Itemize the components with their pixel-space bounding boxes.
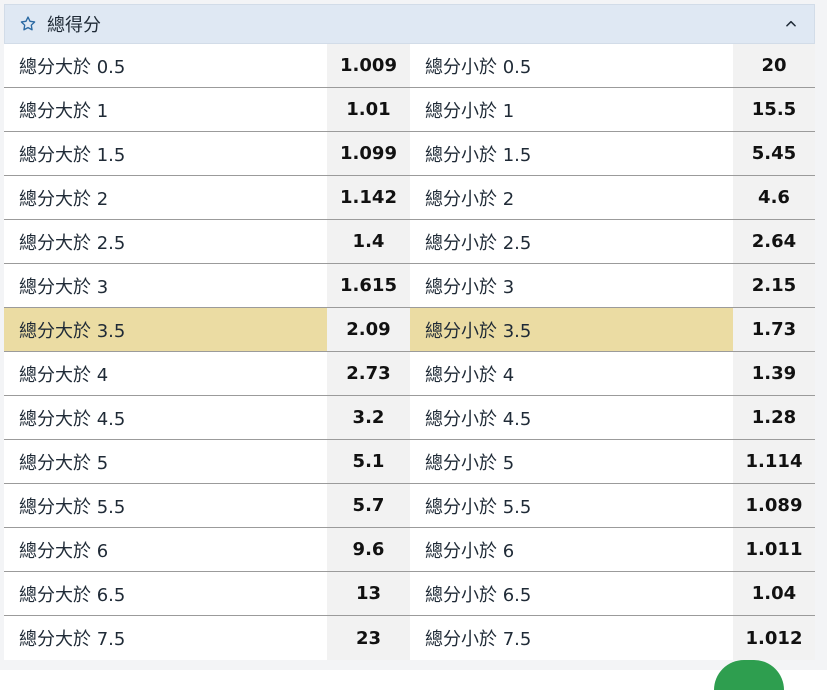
over-label[interactable]: 總分大於 6 — [4, 528, 327, 571]
over-odds-button[interactable]: 5.1 — [327, 440, 410, 483]
over-odds-button[interactable]: 1.615 — [327, 264, 410, 307]
table-row: 總分大於 3.5 2.09 總分小於 3.5 1.73 — [4, 308, 815, 352]
table-row: 總分大於 3 1.615 總分小於 3 2.15 — [4, 264, 815, 308]
over-label[interactable]: 總分大於 2 — [4, 176, 327, 219]
scrollbar-rail[interactable] — [815, 0, 827, 670]
table-row: 總分大於 6 9.6 總分小於 6 1.011 — [4, 528, 815, 572]
under-label[interactable]: 總分小於 4 — [410, 352, 733, 395]
over-odds-button[interactable]: 13 — [327, 572, 410, 615]
over-label[interactable]: 總分大於 4 — [4, 352, 327, 395]
under-odds-button[interactable]: 1.04 — [733, 572, 815, 615]
table-row: 總分大於 5 5.1 總分小於 5 1.114 — [4, 440, 815, 484]
under-label[interactable]: 總分小於 0.5 — [410, 44, 733, 87]
over-label[interactable]: 總分大於 7.5 — [4, 616, 327, 660]
star-outline-icon[interactable] — [19, 15, 37, 33]
over-odds-button[interactable]: 9.6 — [327, 528, 410, 571]
over-odds-button[interactable]: 5.7 — [327, 484, 410, 527]
under-label[interactable]: 總分小於 2.5 — [410, 220, 733, 263]
under-label[interactable]: 總分小於 4.5 — [410, 396, 733, 439]
under-label[interactable]: 總分小於 3.5 — [410, 308, 733, 351]
under-odds-button[interactable]: 1.114 — [733, 440, 815, 483]
over-odds-button[interactable]: 1.01 — [327, 88, 410, 131]
under-label[interactable]: 總分小於 5 — [410, 440, 733, 483]
under-odds-button[interactable]: 20 — [733, 44, 815, 87]
under-label[interactable]: 總分小於 6 — [410, 528, 733, 571]
under-odds-button[interactable]: 1.011 — [733, 528, 815, 571]
under-odds-button[interactable]: 2.15 — [733, 264, 815, 307]
under-odds-button[interactable]: 1.28 — [733, 396, 815, 439]
table-row: 總分大於 5.5 5.7 總分小於 5.5 1.089 — [4, 484, 815, 528]
under-label[interactable]: 總分小於 6.5 — [410, 572, 733, 615]
under-label[interactable]: 總分小於 5.5 — [410, 484, 733, 527]
under-label[interactable]: 總分小於 7.5 — [410, 616, 733, 660]
under-label[interactable]: 總分小於 3 — [410, 264, 733, 307]
table-row: 總分大於 1 1.01 總分小於 1 15.5 — [4, 88, 815, 132]
over-odds-button[interactable]: 1.142 — [327, 176, 410, 219]
chevron-up-icon[interactable] — [784, 17, 798, 31]
under-odds-button[interactable]: 15.5 — [733, 88, 815, 131]
under-odds-button[interactable]: 1.73 — [733, 308, 815, 351]
under-odds-button[interactable]: 4.6 — [733, 176, 815, 219]
under-odds-button[interactable]: 2.64 — [733, 220, 815, 263]
over-label[interactable]: 總分大於 6.5 — [4, 572, 327, 615]
under-label[interactable]: 總分小於 1.5 — [410, 132, 733, 175]
over-label[interactable]: 總分大於 3.5 — [4, 308, 327, 351]
table-row: 總分大於 7.5 23 總分小於 7.5 1.012 — [4, 616, 815, 660]
over-label[interactable]: 總分大於 1.5 — [4, 132, 327, 175]
table-row: 總分大於 0.5 1.009 總分小於 0.5 20 — [4, 44, 815, 88]
floating-action-button[interactable] — [714, 660, 784, 690]
over-odds-button[interactable]: 2.09 — [327, 308, 410, 351]
table-row: 總分大於 2.5 1.4 總分小於 2.5 2.64 — [4, 220, 815, 264]
market-header[interactable]: 總得分 — [4, 4, 815, 44]
table-row: 總分大於 2 1.142 總分小於 2 4.6 — [4, 176, 815, 220]
over-odds-button[interactable]: 3.2 — [327, 396, 410, 439]
over-label[interactable]: 總分大於 3 — [4, 264, 327, 307]
under-label[interactable]: 總分小於 1 — [410, 88, 733, 131]
over-label[interactable]: 總分大於 5 — [4, 440, 327, 483]
over-label[interactable]: 總分大於 0.5 — [4, 44, 327, 87]
under-label[interactable]: 總分小於 2 — [410, 176, 733, 219]
table-row: 總分大於 4 2.73 總分小於 4 1.39 — [4, 352, 815, 396]
odds-table: 總分大於 0.5 1.009 總分小於 0.5 20 總分大於 1 1.01 總分小於 11… — [4, 44, 815, 660]
table-row: 總分大於 1.5 1.099 總分小於 1.5 5.45 — [4, 132, 815, 176]
under-odds-button[interactable]: 1.012 — [733, 616, 815, 660]
under-odds-button[interactable]: 1.089 — [733, 484, 815, 527]
over-label[interactable]: 總分大於 2.5 — [4, 220, 327, 263]
over-odds-button[interactable]: 1.009 — [327, 44, 410, 87]
table-row: 總分大於 6.5 13 總分小於 6.5 1.04 — [4, 572, 815, 616]
betting-panel: 總得分 總分大於 0.5 1.009 總分小於 0.5 20 總分大於 1 1.01 總分小… — [0, 0, 827, 690]
over-label[interactable]: 總分大於 4.5 — [4, 396, 327, 439]
over-odds-button[interactable]: 1.099 — [327, 132, 410, 175]
under-odds-button[interactable]: 1.39 — [733, 352, 815, 395]
over-label[interactable]: 總分大於 5.5 — [4, 484, 327, 527]
over-label[interactable]: 總分大於 1 — [4, 88, 327, 131]
over-odds-button[interactable]: 2.73 — [327, 352, 410, 395]
over-odds-button[interactable]: 1.4 — [327, 220, 410, 263]
over-odds-button[interactable]: 23 — [327, 616, 410, 660]
market-title: 總得分 — [47, 15, 101, 36]
table-row: 總分大於 4.5 3.2 總分小於 4.5 1.28 — [4, 396, 815, 440]
under-odds-button[interactable]: 5.45 — [733, 132, 815, 175]
